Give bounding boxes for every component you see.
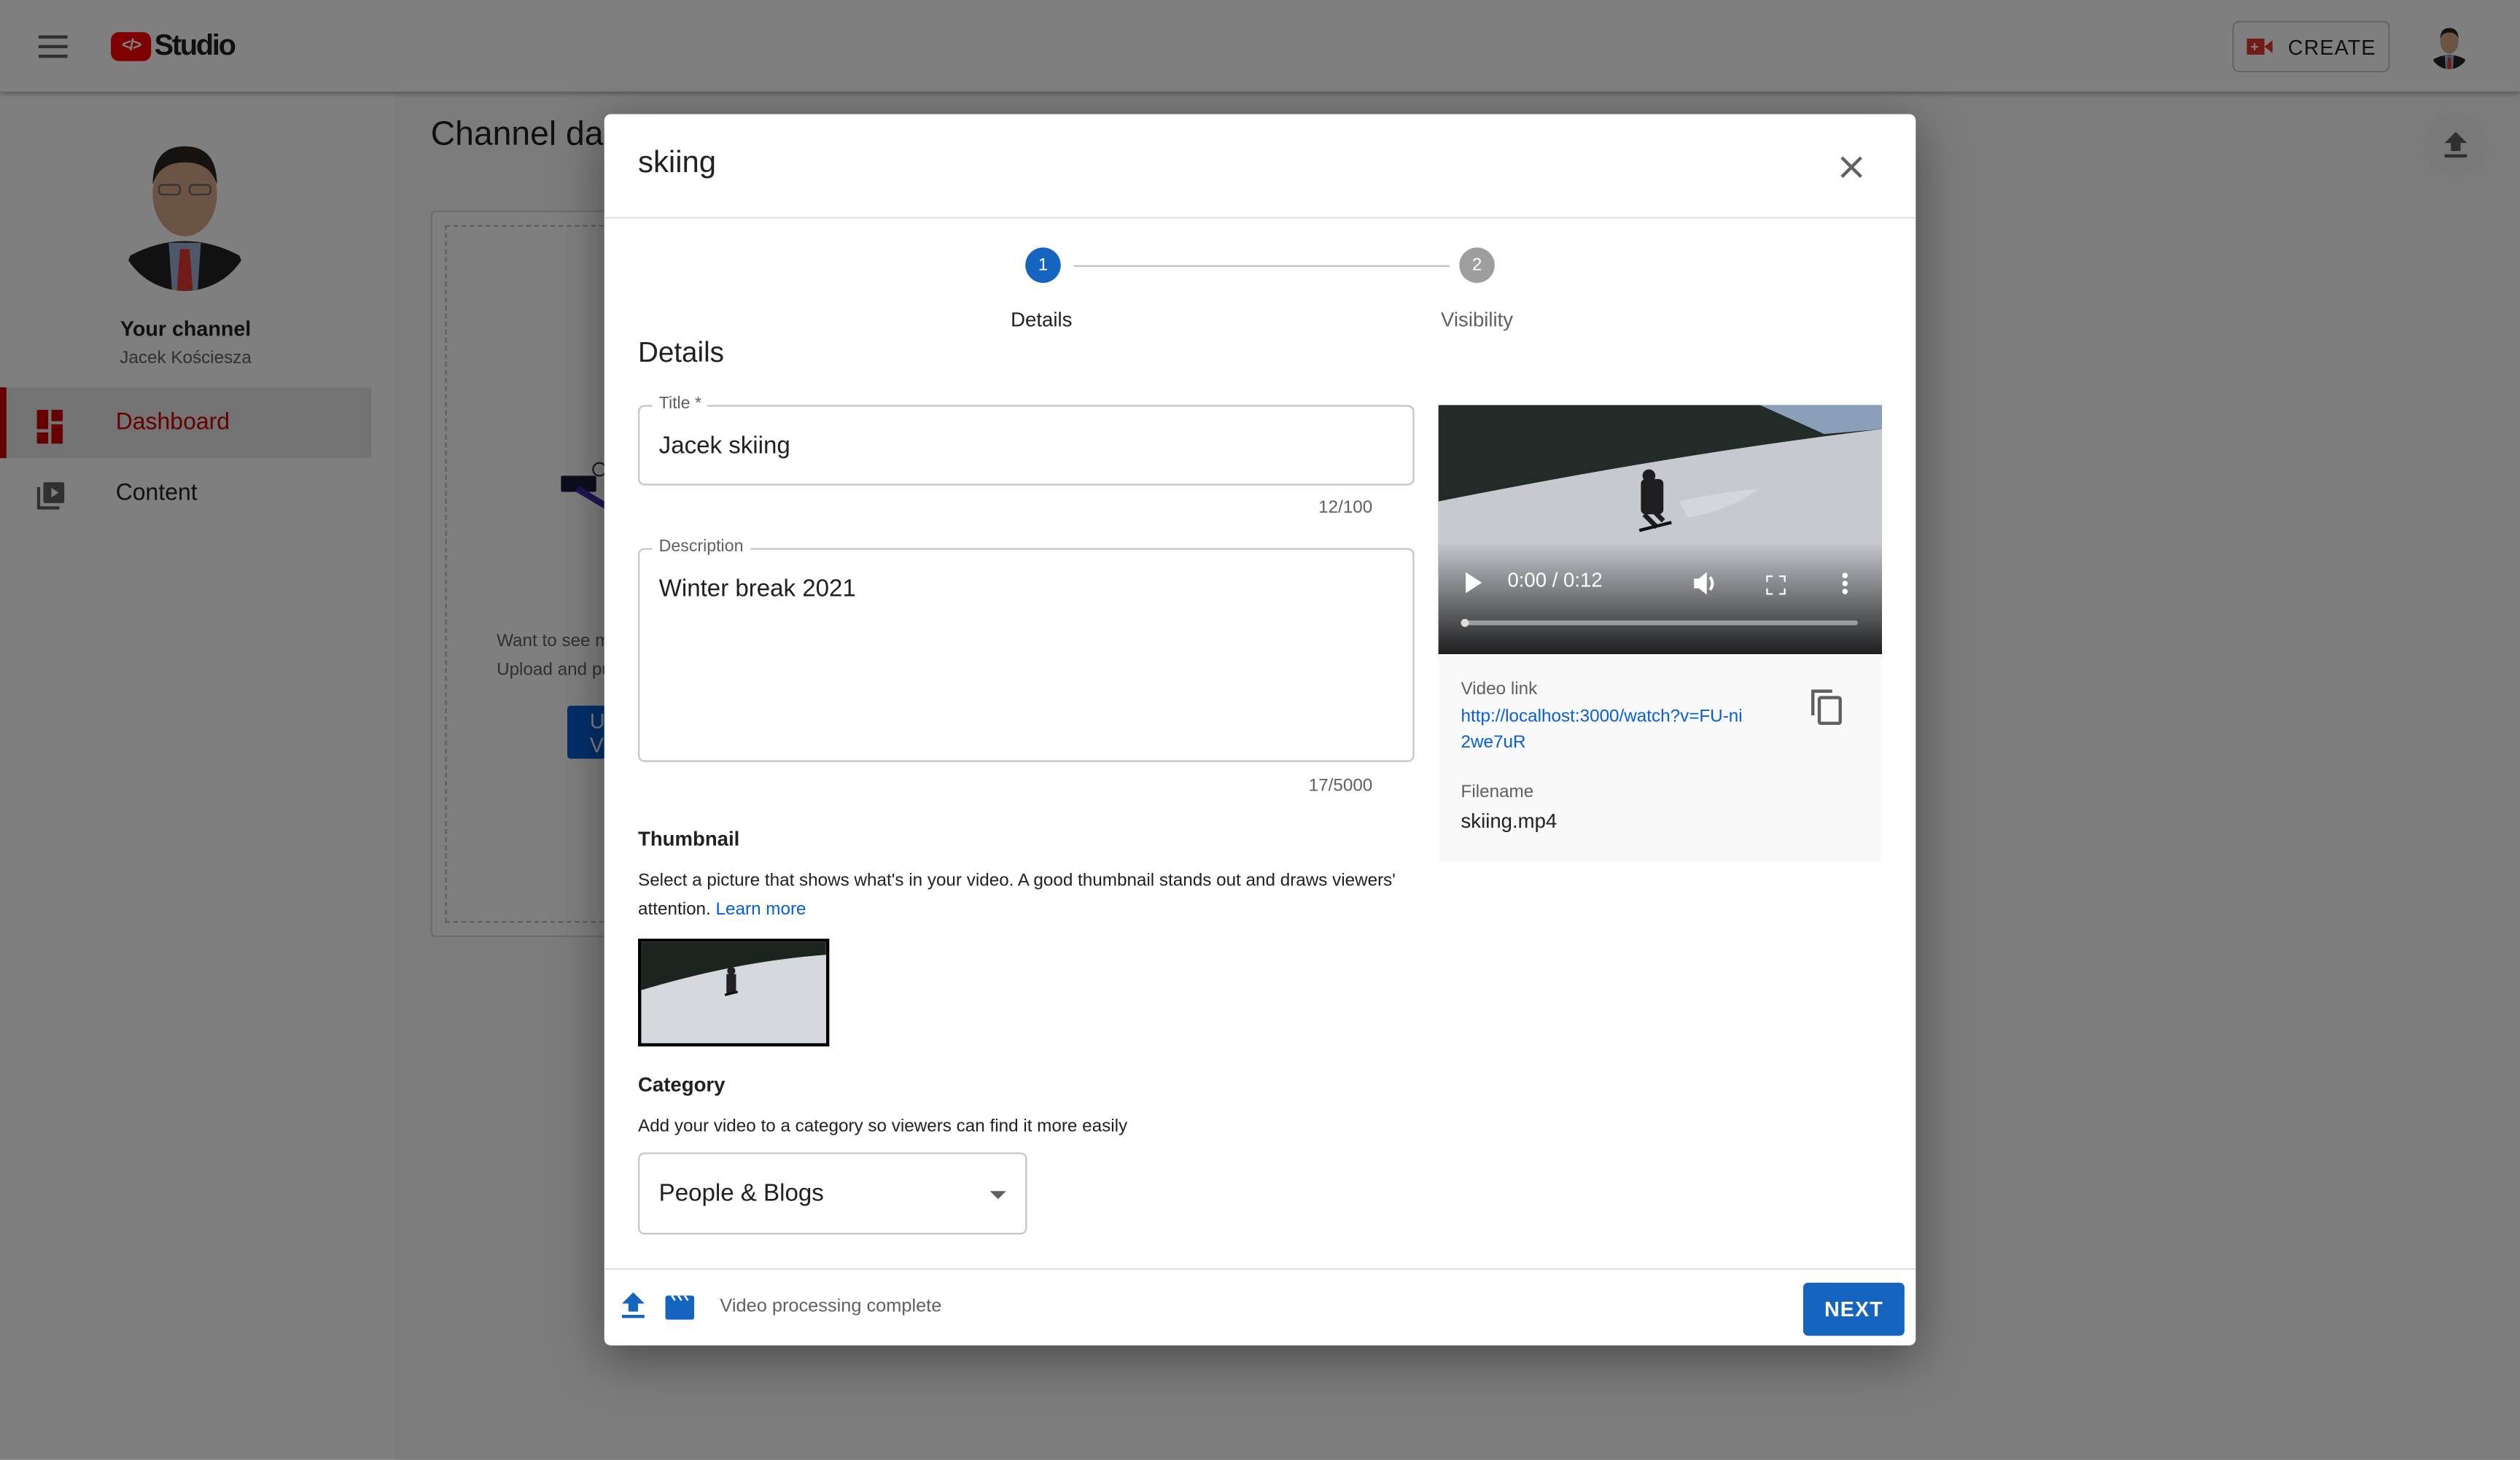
video-info-panel: Video link http://localhost:3000/watch?v… xyxy=(1438,654,1883,862)
dropdown-arrow-icon xyxy=(989,1191,1006,1200)
fullscreen-icon xyxy=(1765,573,1787,597)
thumbnail-option[interactable] xyxy=(638,939,830,1047)
dialog-title: skiing xyxy=(638,146,717,180)
description-field-label: Description xyxy=(652,537,750,556)
copy-link-button[interactable] xyxy=(1811,689,1846,729)
upload-icon xyxy=(621,1292,645,1319)
thumbnail-heading: Thumbnail xyxy=(638,828,740,850)
close-button[interactable] xyxy=(1832,148,1871,187)
step-connector xyxy=(1073,265,1450,267)
video-progress-bar[interactable] xyxy=(1461,618,1858,627)
title-input[interactable] xyxy=(658,432,1391,460)
play-button[interactable] xyxy=(1464,572,1483,602)
upload-details-dialog: skiing 1 2 Details Visibility Details Ti… xyxy=(604,114,1916,1346)
video-player[interactable]: 0:00 / 0:12 xyxy=(1438,405,1883,655)
title-char-counter: 12/100 xyxy=(1318,498,1373,518)
processing-status-icon xyxy=(665,1292,695,1321)
learn-more-link[interactable]: Learn more xyxy=(716,900,806,919)
copy-icon xyxy=(1811,689,1842,726)
description-field[interactable]: Description Winter break 2021 xyxy=(638,537,1415,762)
dialog-header: skiing xyxy=(604,114,1916,219)
video-link-label: Video link xyxy=(1461,680,1538,699)
thumbnail-image xyxy=(641,941,826,1044)
clapperboard-icon xyxy=(665,1294,695,1320)
more-vert-icon xyxy=(1842,572,1848,594)
filename-value: skiing.mp4 xyxy=(1461,809,1558,833)
title-field[interactable]: Title * xyxy=(638,394,1415,486)
video-link[interactable]: http://localhost:3000/watch?v=FU-ni2we7u… xyxy=(1461,706,1751,756)
dialog-footer: Video processing complete NEXT xyxy=(604,1268,1916,1346)
upload-status-icon xyxy=(621,1292,650,1321)
category-selected-value: People & Blogs xyxy=(658,1179,824,1208)
category-description: Add your video to a category so viewers … xyxy=(638,1117,1128,1137)
category-heading: Category xyxy=(638,1073,726,1097)
next-button[interactable]: NEXT xyxy=(1803,1282,1905,1336)
close-icon xyxy=(1840,156,1862,179)
volume-icon xyxy=(1694,572,1714,595)
processing-status-text: Video processing complete xyxy=(720,1297,942,1317)
category-select[interactable]: People & Blogs xyxy=(638,1152,1027,1235)
description-char-counter: 17/5000 xyxy=(1308,776,1373,796)
stepper: 1 2 Details Visibility xyxy=(604,217,1916,346)
video-progress-knob[interactable] xyxy=(1461,618,1469,627)
fullscreen-button[interactable] xyxy=(1765,573,1787,603)
step-1-indicator[interactable]: 1 xyxy=(1025,247,1061,283)
thumbnail-description: Select a picture that shows what's in yo… xyxy=(638,866,1409,924)
section-heading: Details xyxy=(638,335,724,368)
step-2-indicator[interactable]: 2 xyxy=(1459,247,1495,283)
step-details-label[interactable]: Details xyxy=(961,308,1121,331)
description-input[interactable]: Winter break 2021 xyxy=(659,575,1391,602)
more-options-button[interactable] xyxy=(1842,572,1848,603)
volume-button[interactable] xyxy=(1694,572,1718,603)
video-time: 0:00 / 0:12 xyxy=(1507,569,1603,592)
play-icon xyxy=(1466,572,1482,594)
title-field-label: Title * xyxy=(652,394,708,413)
controls-gradient xyxy=(1438,541,1883,655)
filename-label: Filename xyxy=(1461,783,1534,802)
step-visibility-label[interactable]: Visibility xyxy=(1396,308,1557,331)
